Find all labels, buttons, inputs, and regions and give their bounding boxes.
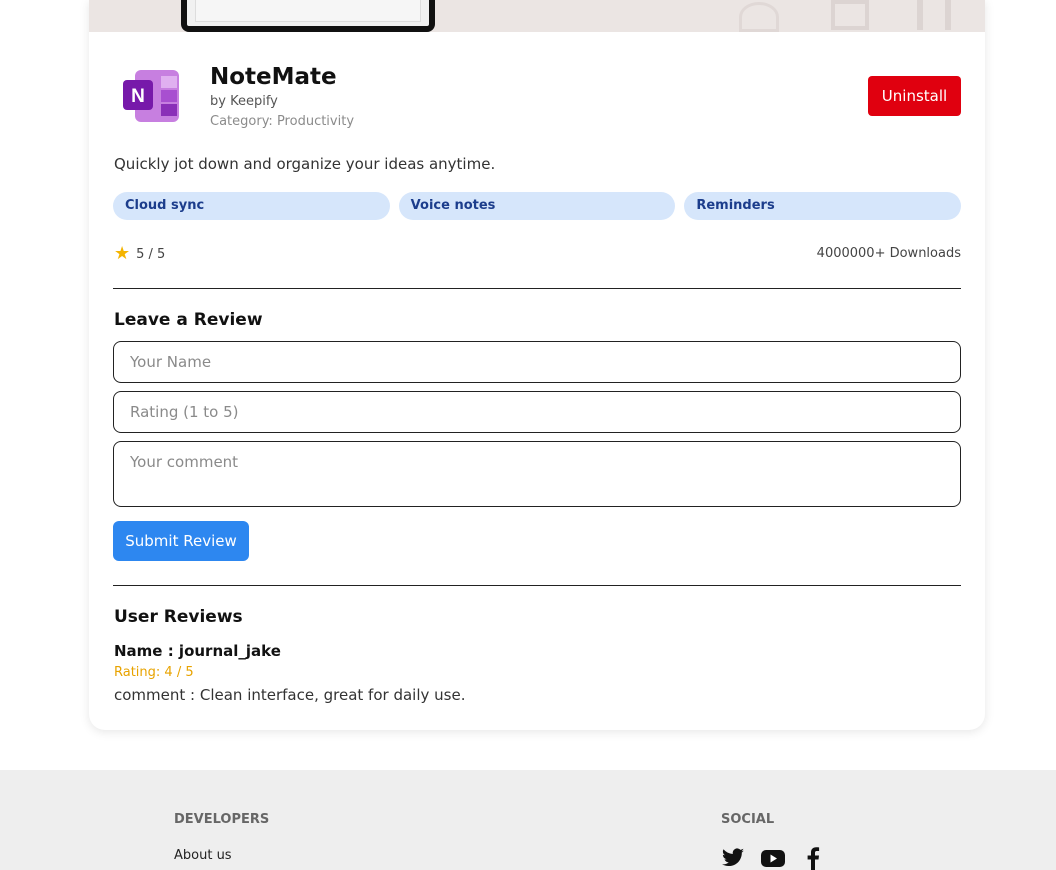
youtube-icon[interactable] (760, 846, 786, 870)
review-rating: Rating: 4 / 5 (114, 665, 194, 680)
feature-tags: Cloud sync Voice notes Reminders (113, 192, 962, 220)
user-reviews-title: User Reviews (114, 607, 243, 627)
review-name-input[interactable] (113, 341, 961, 383)
footer-developers-heading: DEVELOPERS (174, 812, 270, 827)
banner-decoration (831, 0, 869, 30)
footer-link-about-us[interactable]: About us (174, 848, 232, 863)
review-author: Name : journal_jake (114, 642, 281, 660)
screenshot-banner (89, 0, 985, 32)
tag-cloud-sync: Cloud sync (113, 192, 390, 220)
review-comment-input[interactable] (113, 441, 961, 507)
footer (0, 770, 1056, 870)
app-developer: by Keepify (210, 94, 278, 109)
svg-text:N: N (131, 86, 145, 107)
review-comment: comment : Clean interface, great for dai… (114, 686, 466, 704)
divider (113, 585, 961, 586)
banner-decoration (917, 0, 951, 30)
uninstall-button[interactable]: Uninstall (868, 76, 961, 116)
submit-review-button[interactable]: Submit Review (113, 521, 249, 561)
tag-voice-notes: Voice notes (398, 192, 676, 220)
footer-social-heading: SOCIAL (721, 812, 775, 827)
app-category: Category: Productivity (210, 114, 355, 129)
twitter-icon[interactable] (720, 846, 746, 870)
review-rating-input[interactable] (113, 391, 961, 433)
app-rating: ★ 5 / 5 (114, 245, 165, 263)
review-form-title: Leave a Review (114, 310, 263, 330)
phone-screenshot (181, 0, 435, 32)
app-description: Quickly jot down and organize your ideas… (114, 155, 496, 173)
star-icon: ★ (114, 243, 131, 264)
download-count: 4000000+ Downloads (816, 246, 961, 261)
divider (113, 288, 961, 289)
banner-decoration (739, 2, 779, 32)
facebook-icon[interactable] (800, 846, 826, 870)
app-name: NoteMate (210, 64, 337, 90)
rating-value: 5 / 5 (136, 246, 166, 262)
onenote-icon: N (123, 70, 179, 122)
tag-reminders: Reminders (684, 192, 962, 220)
